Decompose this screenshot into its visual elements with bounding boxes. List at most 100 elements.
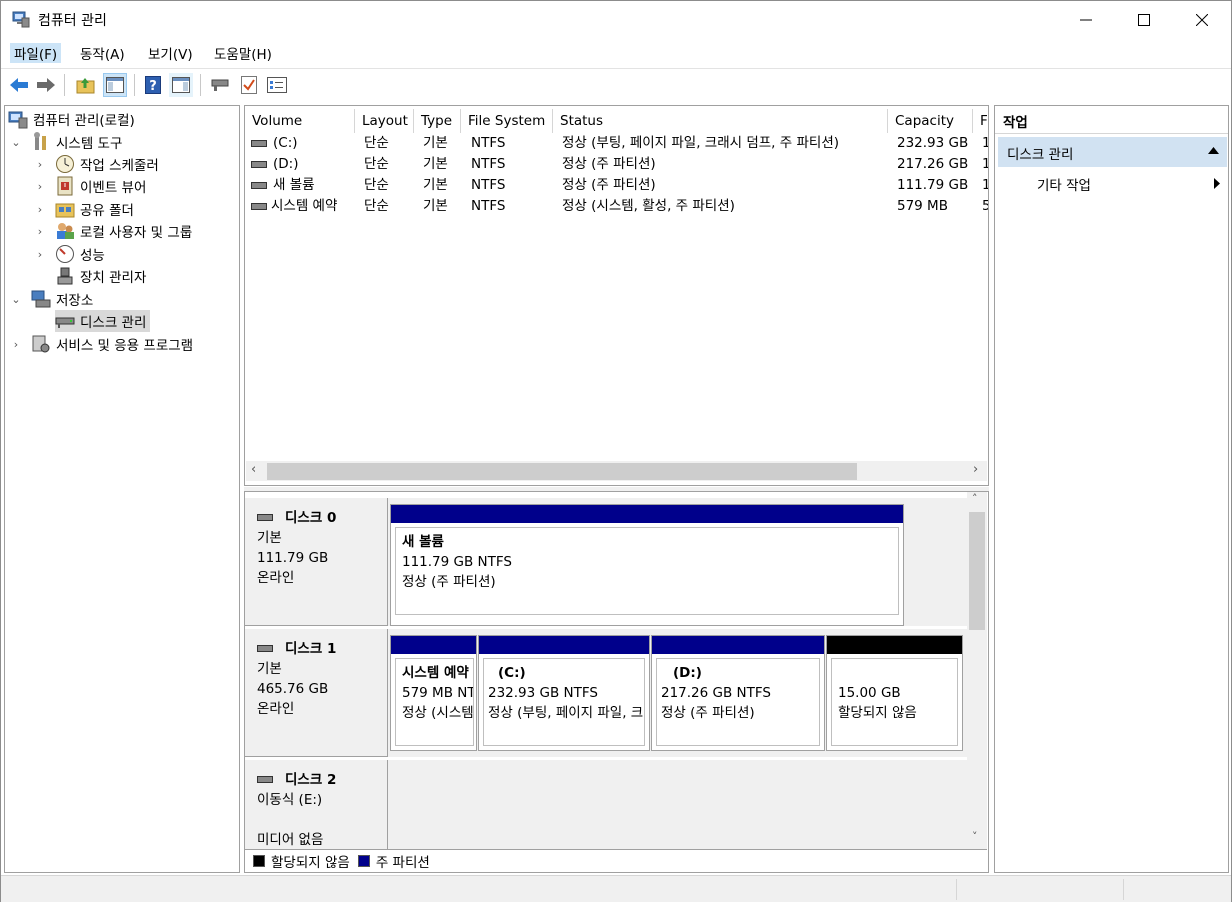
cell-layout: 단순 (364, 198, 389, 214)
menu-file[interactable]: 파일(F) (10, 43, 62, 63)
submenu-arrow-icon (1214, 178, 1220, 189)
close-button[interactable] (1173, 1, 1231, 39)
show-hide-action-pane-button[interactable] (169, 73, 193, 97)
partition[interactable]: 시스템 예약 579 MB NTFS 정상 (시스템, 활성, 주 파티션) (390, 635, 477, 751)
properties-icon (267, 77, 287, 93)
menu-view[interactable]: 보기(V) (144, 43, 197, 63)
menu-action[interactable]: 동작(A) (76, 43, 129, 63)
column-header-status[interactable]: Status (553, 109, 888, 133)
disk-name-label: 디스크 0 (285, 510, 337, 526)
volume-drive-icon (251, 161, 267, 168)
disk-row: 디스크 0 기본 111.79 GB 온라인 새 볼륨 111.79 GB NT… (245, 498, 967, 626)
tree-label: 공유 폴더 (80, 203, 134, 219)
column-header-file-system[interactable]: File System (461, 109, 553, 133)
forward-button[interactable] (34, 73, 58, 97)
chevron-right-icon[interactable]: › (35, 203, 45, 216)
cell-layout: 단순 (364, 156, 389, 172)
volume-drive-icon (251, 182, 267, 189)
help-button[interactable]: ? (141, 73, 165, 97)
scroll-up-icon[interactable]: ˄ (972, 492, 978, 505)
actions-section-disk-management[interactable]: 디스크 관리 (998, 137, 1227, 167)
chevron-right-icon[interactable]: › (35, 180, 45, 193)
cell-type: 기본 (423, 156, 448, 172)
chevron-right-icon[interactable]: › (35, 158, 45, 171)
chevron-right-icon[interactable]: › (35, 225, 45, 238)
tools-icon (34, 132, 46, 150)
partition-label: (C:) (498, 665, 526, 681)
disk-info[interactable]: 디스크 0 기본 111.79 GB 온라인 (245, 498, 388, 626)
disk-kind: 기본 (257, 661, 282, 677)
tree-label: 컴퓨터 관리(로컬) (33, 113, 135, 129)
properties-button[interactable] (265, 73, 289, 97)
disk-drive-icon (257, 645, 273, 652)
status-segment (956, 879, 1123, 900)
cell-type: 기본 (423, 177, 448, 193)
tree-item-performance[interactable]: › 성능 (35, 243, 105, 265)
actions-section-label: 디스크 관리 (1007, 147, 1074, 163)
performance-gauge-icon (56, 245, 74, 263)
partition[interactable]: 새 볼륨 111.79 GB NTFS 정상 (주 파티션) (390, 504, 904, 626)
volume-drive-icon (251, 140, 267, 147)
partition-label: (D:) (673, 665, 702, 681)
back-arrow-icon (10, 78, 28, 92)
horizontal-scrollbar[interactable]: ‹ › (246, 461, 987, 481)
help-icon: ? (145, 76, 161, 94)
actions-item-more-actions[interactable]: 기타 작업 (998, 170, 1227, 196)
tree-item-system-tools[interactable]: ⌄ 시스템 도구 (11, 131, 122, 153)
scroll-down-icon[interactable]: ˅ (972, 830, 978, 843)
up-one-level-button[interactable] (74, 73, 98, 97)
tree-item-services-apps[interactable]: › 서비스 및 응용 프로그램 (11, 333, 193, 355)
chevron-down-icon[interactable]: ⌄ (11, 136, 21, 149)
column-header-free[interactable]: F (973, 109, 988, 133)
minimize-button[interactable] (1057, 1, 1115, 39)
check-button[interactable] (237, 73, 261, 97)
partition-status: 정상 (주 파티션) (661, 705, 755, 721)
tree-item-event-viewer[interactable]: › 이벤트 뷰어 (35, 175, 146, 197)
cell-fs: NTFS (471, 198, 506, 214)
scrollbar-thumb[interactable] (267, 463, 857, 480)
tree-item-device-manager[interactable]: 장치 관리자 (55, 265, 146, 287)
tree-item-root[interactable]: 컴퓨터 관리(로컬) (8, 108, 135, 130)
cell-status: 정상 (주 파티션) (562, 156, 656, 172)
forward-arrow-icon (37, 78, 55, 92)
scroll-left-icon[interactable]: ‹ (251, 462, 256, 477)
cell-volume: (C:) (273, 135, 298, 151)
partition-detail: 217.26 GB NTFS (661, 685, 771, 701)
column-header-layout[interactable]: Layout (355, 109, 414, 133)
vertical-scrollbar[interactable]: ˄ ˅ (967, 492, 987, 849)
partition-detail: 111.79 GB NTFS (402, 554, 512, 570)
column-header-capacity[interactable]: Capacity (888, 109, 973, 133)
maximize-button[interactable] (1115, 1, 1173, 39)
disk-info[interactable]: 디스크 2 이동식 (E:) 미디어 없음 (245, 760, 388, 849)
disk-name-label: 디스크 1 (285, 641, 337, 657)
chevron-right-icon[interactable]: › (11, 338, 21, 351)
column-header-volume[interactable]: Volume (245, 109, 355, 133)
tree-item-storage[interactable]: ⌄ 저장소 (11, 288, 93, 310)
column-header-type[interactable]: Type (414, 109, 461, 133)
partition-unallocated[interactable]: 15.00 GB 할당되지 않음 (826, 635, 963, 751)
disk-partition-area: 시스템 예약 579 MB NTFS 정상 (시스템, 활성, 주 파티션) (… (388, 629, 967, 757)
partition-label: 새 볼륨 (402, 534, 444, 550)
back-button[interactable] (7, 73, 31, 97)
partition[interactable]: (D:) 217.26 GB NTFS 정상 (주 파티션) (651, 635, 825, 751)
console-tree-icon (106, 77, 124, 93)
show-hide-console-tree-button[interactable] (103, 73, 127, 97)
window-title: 컴퓨터 관리 (38, 13, 107, 29)
tree-item-shared-folders[interactable]: › 공유 폴더 (35, 198, 134, 220)
tree-item-local-users[interactable]: › 로컬 사용자 및 그룹 (35, 220, 192, 242)
users-icon (57, 223, 74, 239)
connect-button[interactable] (208, 73, 232, 97)
tree-item-task-scheduler[interactable]: › 작업 스케줄러 (35, 153, 159, 175)
disk-info[interactable]: 디스크 1 기본 465.76 GB 온라인 (245, 629, 388, 757)
chevron-right-icon[interactable]: › (35, 248, 45, 261)
cell-free: 1 (982, 133, 988, 154)
chevron-down-icon[interactable]: ⌄ (11, 293, 21, 306)
tree-item-disk-management[interactable]: 디스크 관리 (55, 310, 151, 332)
disk-name: 디스크 0 (257, 508, 375, 528)
scrollbar-thumb[interactable] (969, 512, 985, 630)
collapse-up-icon[interactable] (1208, 147, 1219, 154)
menu-help[interactable]: 도움말(H) (210, 43, 276, 63)
partition[interactable]: (C:) 232.93 GB NTFS 정상 (부팅, 페이지 파일, 크래시 … (478, 635, 650, 751)
cell-layout: 단순 (364, 135, 389, 151)
scroll-right-icon[interactable]: › (973, 462, 978, 477)
